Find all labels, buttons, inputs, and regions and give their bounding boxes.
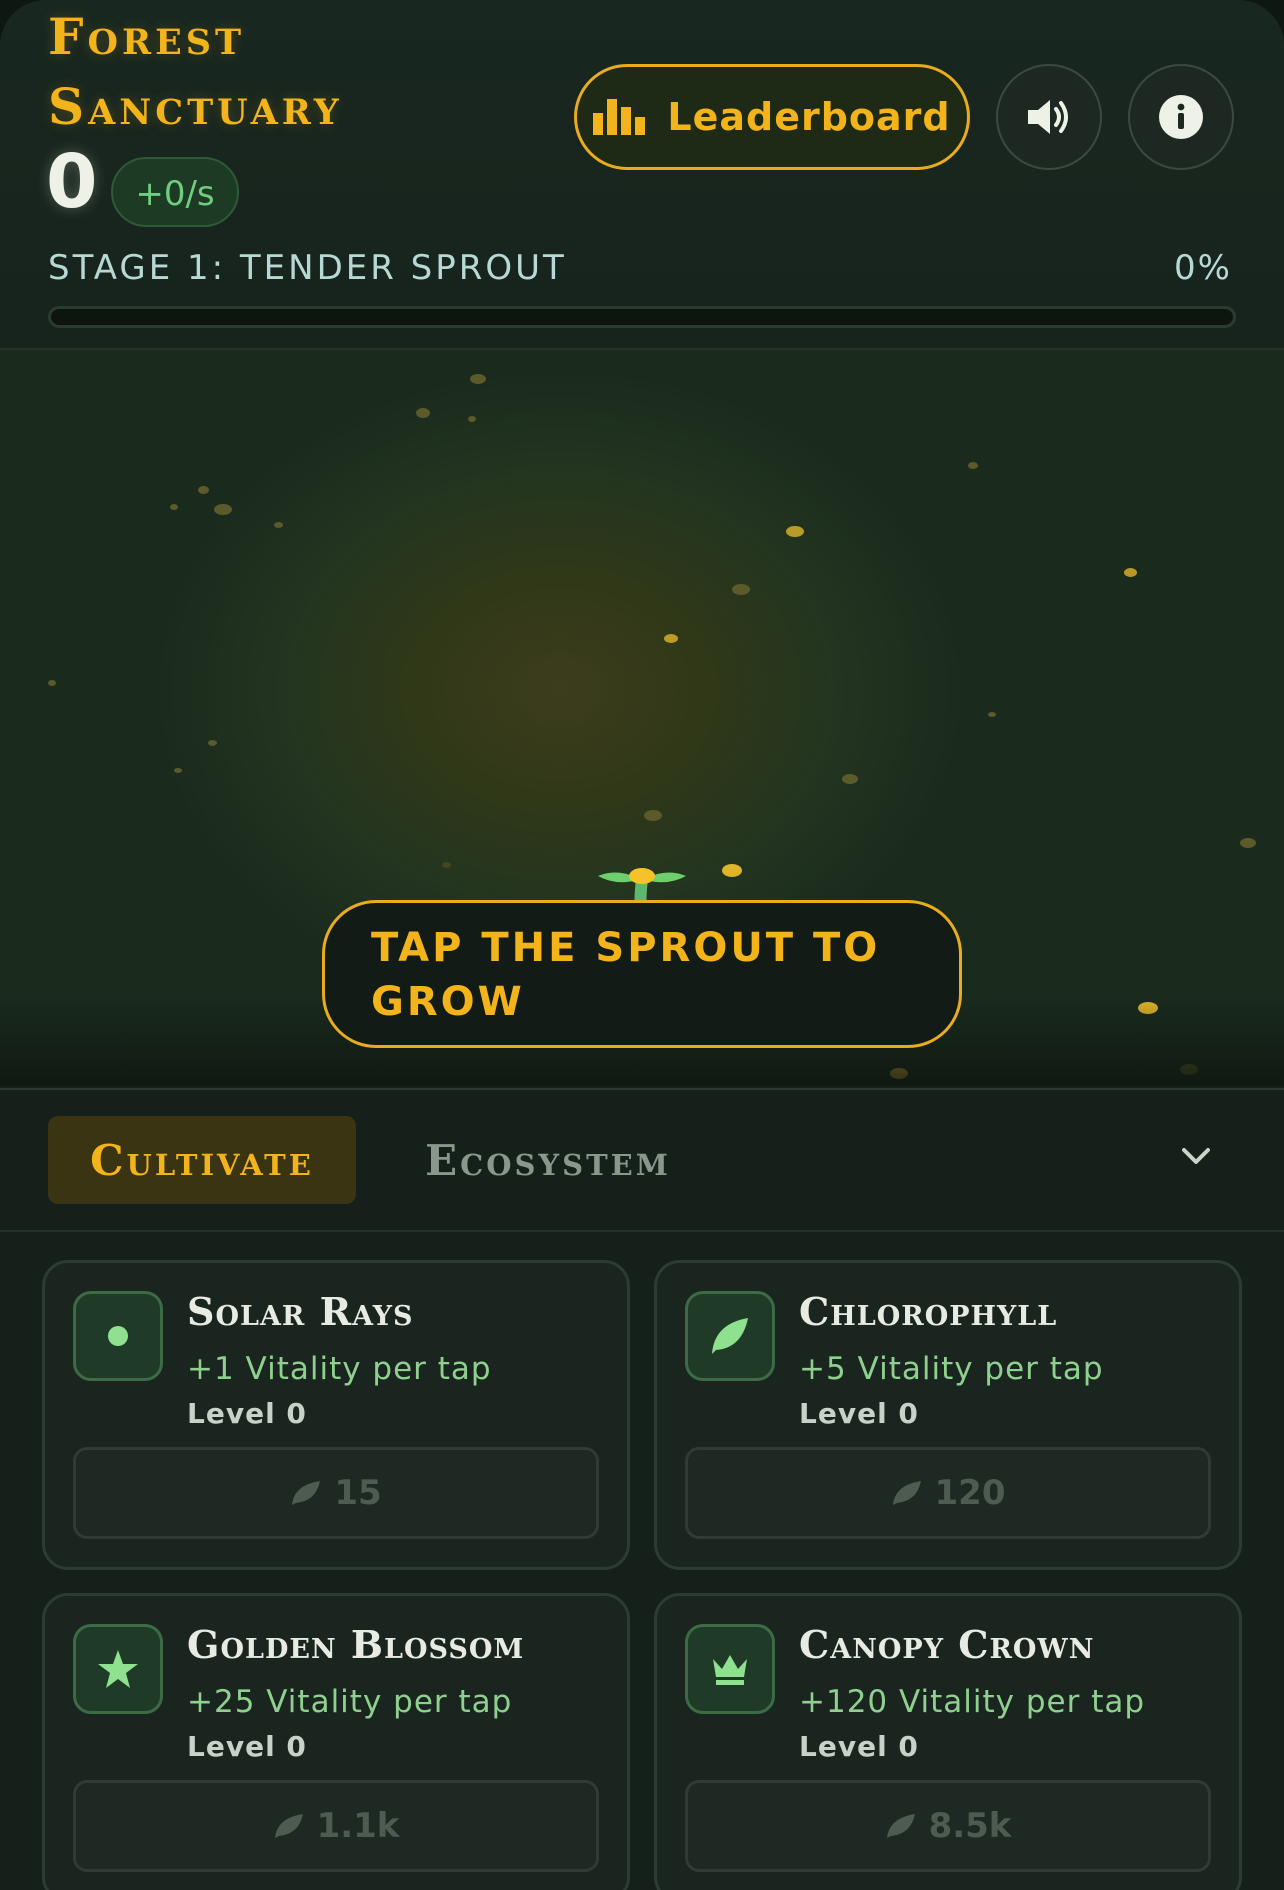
upgrade-cost: 15	[334, 1473, 382, 1513]
info-icon	[1159, 95, 1203, 139]
upgrade-cost: 120	[934, 1473, 1006, 1513]
leaderboard-icon	[593, 99, 646, 135]
upgrade-effect: +1 Vitality per tap	[187, 1351, 492, 1387]
pollen-particle	[988, 712, 996, 717]
pollen-particle	[468, 416, 476, 422]
pollen-particle	[1180, 1064, 1198, 1075]
rate-badge: +0/s	[111, 157, 239, 227]
leaderboard-button[interactable]: Leaderboard	[574, 64, 970, 170]
pollen-particle	[214, 504, 232, 515]
pollen-particle	[174, 768, 182, 773]
pollen-particle	[170, 504, 178, 510]
pollen-particle	[1138, 1002, 1158, 1014]
buy-solar-rays-button[interactable]: 15	[73, 1447, 599, 1539]
buy-canopy-crown-button[interactable]: 8.5k	[685, 1780, 1211, 1872]
upgrade-level: Level 0	[187, 1397, 307, 1430]
upgrade-cost: 1.1k	[316, 1806, 400, 1846]
pollen-particle	[470, 374, 486, 384]
leaf-icon	[685, 1291, 775, 1381]
info-button[interactable]	[1128, 64, 1234, 170]
header: Forest Sanctuary 0 +0/s Leaderboard Stag…	[0, 0, 1284, 350]
game-title: Forest Sanctuary	[48, 7, 343, 136]
pollen-particle	[968, 462, 978, 469]
upgrade-effect: +120 Vitality per tap	[799, 1684, 1146, 1720]
upgrade-level: Level 0	[799, 1730, 919, 1763]
speaker-icon	[1028, 100, 1068, 134]
tab-ecosystem[interactable]: Ecosystem	[398, 1116, 698, 1204]
pollen-particle	[722, 864, 742, 877]
leaf-cost-icon	[292, 1481, 321, 1505]
pollen-particle	[198, 486, 209, 494]
upgrade-level: Level 0	[187, 1730, 307, 1763]
leaf-cost-icon	[274, 1814, 303, 1838]
stage-label: Stage 1: Tender Sprout	[48, 248, 567, 288]
crown-icon	[685, 1624, 775, 1714]
upgrade-name: Solar Rays	[187, 1289, 414, 1334]
upgrade-name: Chlorophyll	[799, 1289, 1058, 1334]
star-icon	[73, 1624, 163, 1714]
chevron-down-icon[interactable]	[1176, 1140, 1216, 1172]
upgrade-card-solar-rays: Solar Rays +1 Vitality per tap Level 0 1…	[42, 1260, 630, 1570]
pollen-particle	[842, 774, 858, 784]
pollen-particle	[732, 584, 750, 595]
upgrade-effect: +25 Vitality per tap	[187, 1684, 513, 1720]
tap-hint-tooltip: Tap the sprout to grow	[322, 900, 962, 1048]
pollen-particle	[664, 634, 678, 643]
app-root: Forest Sanctuary 0 +0/s Leaderboard Stag…	[0, 0, 1284, 1890]
sound-button[interactable]	[996, 64, 1102, 170]
pollen-particle	[274, 522, 283, 528]
garden-scene[interactable]: Tap the sprout to grow	[0, 350, 1284, 1086]
pollen-particle	[416, 408, 430, 418]
leaf-cost-icon	[886, 1814, 915, 1838]
upgrade-cost: 8.5k	[928, 1806, 1012, 1846]
upgrade-level: Level 0	[799, 1397, 919, 1430]
buy-golden-blossom-button[interactable]: 1.1k	[73, 1780, 599, 1872]
pollen-particle	[48, 680, 56, 686]
pollen-particle	[1124, 568, 1137, 577]
tab-cultivate[interactable]: Cultivate	[48, 1116, 356, 1204]
growth-progress-bar	[48, 306, 1236, 328]
pollen-particle	[442, 862, 451, 868]
pollen-particle	[644, 810, 662, 821]
pollen-particle	[890, 1068, 908, 1079]
leaf-cost-icon	[892, 1481, 921, 1505]
tab-bar: Cultivate Ecosystem	[0, 1088, 1284, 1232]
upgrade-grid: Solar Rays +1 Vitality per tap Level 0 1…	[0, 1230, 1284, 1890]
progress-percent: 0%	[1174, 248, 1232, 288]
pollen-particle	[1240, 838, 1256, 848]
upgrade-card-canopy-crown: Canopy Crown +120 Vitality per tap Level…	[654, 1593, 1242, 1890]
upgrade-name: Golden Blossom	[187, 1622, 525, 1667]
buy-chlorophyll-button[interactable]: 120	[685, 1447, 1211, 1539]
pollen-particle	[208, 740, 217, 746]
upgrade-card-chlorophyll: Chlorophyll +5 Vitality per tap Level 0 …	[654, 1260, 1242, 1570]
vitality-score: 0	[46, 139, 98, 225]
pollen-particle	[786, 526, 804, 537]
dot-icon	[73, 1291, 163, 1381]
upgrade-name: Canopy Crown	[799, 1622, 1095, 1667]
leaderboard-label: Leaderboard	[667, 95, 951, 139]
upgrade-effect: +5 Vitality per tap	[799, 1351, 1104, 1387]
upgrade-card-golden-blossom: Golden Blossom +25 Vitality per tap Leve…	[42, 1593, 630, 1890]
